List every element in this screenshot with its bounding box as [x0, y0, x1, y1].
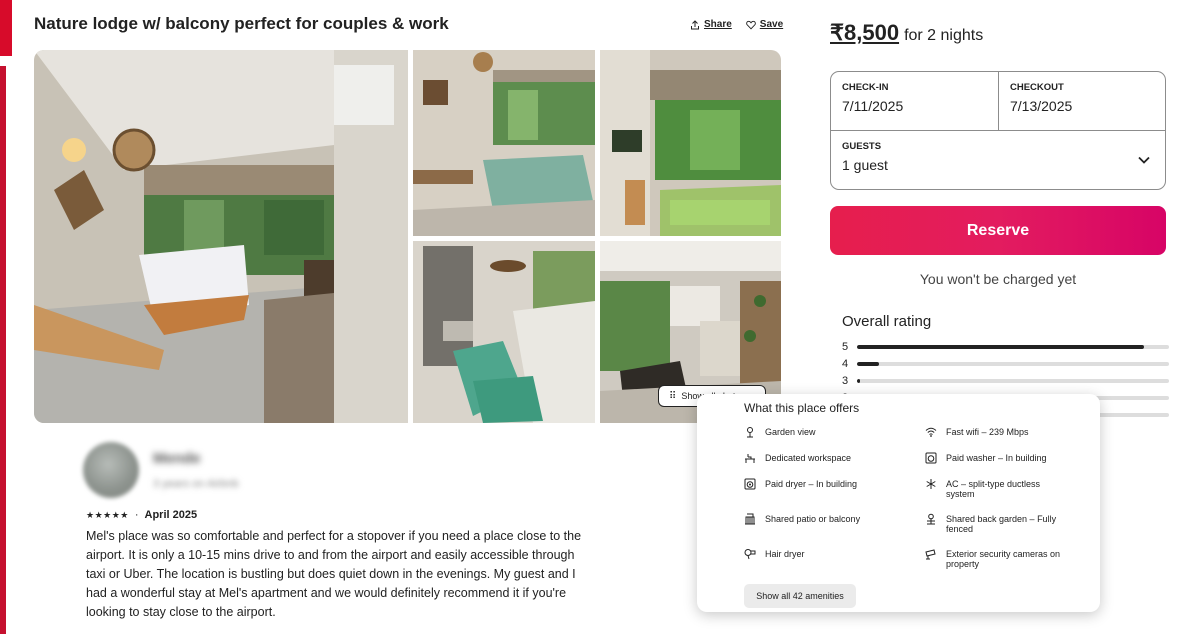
- amenity-ac: AC – split-type ductless system: [925, 479, 1066, 499]
- amenity-hair-dryer: Hair dryer: [744, 549, 885, 560]
- main-photo[interactable]: [34, 50, 408, 423]
- page-accent-bar: [0, 0, 12, 56]
- amenity-wifi: Fast wifi – 239 Mbps: [925, 427, 1066, 438]
- amenity-dryer: Paid dryer – In building: [744, 478, 885, 490]
- checkout-value: 7/13/2025: [1010, 98, 1073, 114]
- meta-separator: ·: [134, 509, 139, 521]
- rating-bar-fill: [857, 362, 879, 366]
- patio-icon: [745, 513, 755, 525]
- garden-icon: [747, 427, 753, 438]
- share-button[interactable]: Share: [690, 19, 732, 30]
- grid-icon: ⠿: [669, 390, 677, 402]
- overall-rating-title: Overall rating: [842, 313, 932, 330]
- amenity-back-garden: Shared back garden – Fully fenced: [925, 513, 1066, 534]
- amenities-panel: What this place offers Garden view Fast …: [697, 394, 1100, 612]
- checkin-value: 7/11/2025: [842, 98, 904, 114]
- guests-label: GUESTS: [842, 141, 882, 152]
- listing-title: Nature lodge w/ balcony perfect for coup…: [34, 14, 449, 33]
- amenity-patio: Shared patio or balcony: [744, 513, 885, 525]
- title-actions: Share Save: [690, 19, 783, 30]
- amenity-washer: Paid washer – In building: [925, 452, 1066, 464]
- amenity-garden-view: Garden view: [744, 427, 885, 438]
- amenity-label: Exterior security cameras on property: [946, 549, 1061, 569]
- price-total[interactable]: ₹8,500: [830, 20, 899, 46]
- wifi-icon: [925, 427, 937, 437]
- save-label: Save: [759, 19, 784, 30]
- photo-balcony-seating[interactable]: [600, 50, 781, 236]
- amenity-label: Garden view: [765, 427, 816, 437]
- photo-bedroom-window[interactable]: [413, 50, 595, 236]
- photo-gallery: [34, 50, 781, 423]
- show-all-amenities-button[interactable]: Show all 42 amenities: [744, 584, 856, 608]
- rating-row-3: 3: [842, 375, 1172, 387]
- camera-icon: [925, 549, 936, 560]
- amenity-label: AC – split-type ductless system: [946, 479, 1041, 499]
- washer-icon: [925, 452, 937, 464]
- checkin-field[interactable]: CHECK-IN 7/11/2025: [831, 72, 999, 130]
- amenity-label: Shared back garden – Fully fenced: [946, 514, 1057, 534]
- review-stars: ★★★★★: [86, 510, 129, 520]
- heart-icon: [746, 20, 756, 29]
- share-label: Share: [704, 19, 732, 30]
- rating-star-count: 5: [842, 341, 849, 353]
- amenity-label: Fast wifi – 239 Mbps: [946, 427, 1029, 437]
- guests-value: 1 guest: [842, 157, 888, 173]
- amenity-label: Dedicated workspace: [765, 453, 852, 463]
- snowflake-icon: [926, 479, 936, 489]
- save-button[interactable]: Save: [746, 19, 783, 30]
- booking-form: CHECK-IN 7/11/2025 CHECKOUT 7/13/2025 GU…: [830, 71, 1166, 190]
- checkout-label: CHECKOUT: [1010, 82, 1064, 93]
- hair-dryer-icon: [744, 549, 756, 560]
- page-side-bar: [0, 66, 6, 634]
- price-row: ₹8,500 for 2 nights: [830, 20, 983, 46]
- guests-select[interactable]: GUESTS 1 guest: [831, 130, 1165, 190]
- checkin-label: CHECK-IN: [842, 82, 889, 93]
- price-note: for 2 nights: [904, 27, 984, 44]
- amenity-label: Shared patio or balcony: [765, 514, 861, 524]
- photo-balcony-chairs[interactable]: [413, 241, 595, 423]
- rating-star-count: 3: [842, 375, 849, 387]
- checkout-field[interactable]: CHECKOUT 7/13/2025: [999, 72, 1166, 130]
- review-meta: ★★★★★ · April 2025: [86, 509, 197, 521]
- rating-bar-track: [857, 345, 1169, 349]
- share-icon: [691, 19, 699, 29]
- amenities-title: What this place offers: [744, 401, 860, 415]
- amenity-workspace: Dedicated workspace: [744, 453, 885, 464]
- rating-bar-track: [857, 379, 1169, 383]
- garden-fence-icon: [927, 513, 935, 525]
- amenity-security-cameras: Exterior security cameras on property: [925, 549, 1066, 569]
- rating-bar-track: [857, 362, 1169, 366]
- amenity-label: Hair dryer: [765, 549, 805, 559]
- review-text: Mel's place was so comfortable and perfe…: [86, 529, 582, 619]
- amenity-label: Paid dryer – In building: [765, 479, 858, 489]
- rating-bar-fill: [857, 379, 861, 383]
- reviewer-avatar[interactable]: [83, 442, 139, 498]
- reserve-button[interactable]: Reserve: [830, 206, 1166, 255]
- rating-star-count: 4: [842, 358, 849, 370]
- rating-row-5: 5: [842, 341, 1172, 353]
- amenity-label: Paid washer – In building: [946, 453, 1047, 463]
- rating-row-4: 4: [842, 358, 1172, 370]
- reviewer-name: Mende: [153, 450, 201, 467]
- review-date: April 2025: [144, 509, 198, 521]
- workspace-icon: [745, 454, 755, 463]
- dryer-icon: [744, 478, 756, 490]
- rating-bar-fill: [857, 345, 1145, 349]
- reviewer-tenure: 3 years on Airbnb: [153, 478, 239, 490]
- charge-note: You won't be charged yet: [919, 271, 1077, 287]
- chevron-down-icon: [1138, 156, 1150, 164]
